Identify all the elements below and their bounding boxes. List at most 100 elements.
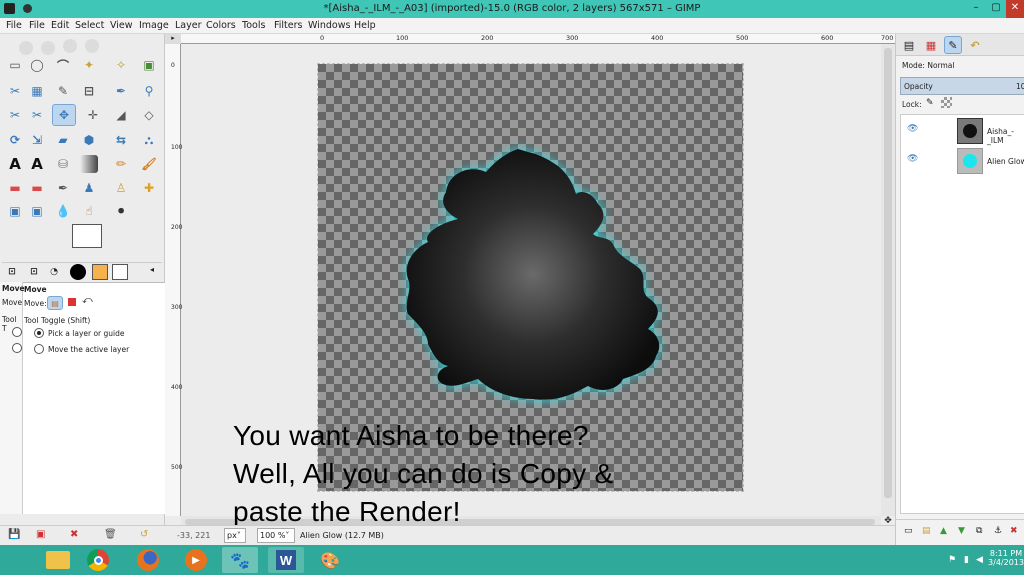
measure-icon[interactable]: ✂ <box>6 106 24 124</box>
opacity-slider[interactable]: Opacity 10 <box>900 77 1024 95</box>
tray-network-icon[interactable]: ▮ <box>964 555 969 565</box>
restore-options-icon[interactable]: ▣ <box>36 529 45 540</box>
pick-layer-option[interactable]: Pick a layer or guide <box>48 329 125 338</box>
eraser-2-icon[interactable]: ▬ <box>28 179 46 197</box>
file-explorer-icon[interactable] <box>40 547 76 573</box>
rotate-icon[interactable]: ⟳ <box>6 131 24 149</box>
delete-options-icon[interactable]: ✖ <box>70 529 78 540</box>
shear-icon[interactable]: ▰ <box>54 131 72 149</box>
menu-select[interactable]: Select <box>75 20 104 31</box>
menu-view[interactable]: View <box>110 20 133 31</box>
lock-alpha-icon[interactable] <box>941 97 952 108</box>
visibility-eye-icon[interactable]: 👁 <box>907 124 918 134</box>
lock-pixels-icon[interactable]: ✎ <box>926 98 934 108</box>
rect-select-icon[interactable]: ▭ <box>6 56 24 74</box>
menu-windows[interactable]: Windows <box>308 20 350 31</box>
heal-icon[interactable]: ✚ <box>140 179 158 197</box>
minimize-button[interactable]: – <box>966 0 986 18</box>
undo-history-tab-icon[interactable]: ↶ <box>966 36 984 54</box>
gimp-taskbar-icon[interactable]: 🐾 <box>222 547 258 573</box>
lower-layer-icon[interactable]: ▼ <box>958 526 965 536</box>
blur-icon[interactable]: 💧 <box>54 202 72 220</box>
vertical-ruler[interactable]: 0 100 200 300 400 500 <box>165 44 182 516</box>
transform-icon[interactable]: ◢ <box>112 106 130 124</box>
align-tool-icon[interactable]: ✛ <box>84 106 102 124</box>
layer-name[interactable]: Aisha_-_ILM <box>987 127 1024 145</box>
word-icon[interactable]: W <box>268 547 304 573</box>
close-button[interactable]: ✕ <box>1006 0 1024 18</box>
save-options-icon[interactable]: 💾 <box>8 529 20 540</box>
smudge-icon[interactable]: ☝ <box>80 202 98 220</box>
underlying-radio-2[interactable] <box>12 343 22 353</box>
crop-icon[interactable]: ✂ <box>28 106 46 124</box>
panel-menu-icon[interactable]: ◂ <box>150 265 154 274</box>
anchor-layer-icon[interactable]: ⚓ <box>994 526 1002 536</box>
color-picker-icon[interactable]: ✒ <box>112 82 130 100</box>
clone-icon[interactable]: ♙ <box>112 179 130 197</box>
perspective-clone-icon[interactable]: ▣ <box>6 202 24 220</box>
menu-image[interactable]: Image <box>139 20 169 31</box>
chrome-icon[interactable] <box>80 547 116 573</box>
move-layer-icon[interactable]: ▤ <box>47 296 63 310</box>
menu-colors[interactable]: Colors <box>206 20 236 31</box>
maximize-button[interactable]: ▢ <box>986 0 1006 18</box>
scale-icon[interactable]: ⇲ <box>28 131 46 149</box>
brush-preview-icon[interactable] <box>70 264 86 280</box>
foreground-color[interactable] <box>72 224 102 248</box>
fuzzy-select-icon[interactable]: ✦ <box>80 56 98 74</box>
clone-2-icon[interactable]: ▣ <box>28 202 46 220</box>
media-player-icon[interactable]: ▶ <box>178 547 214 573</box>
vertical-scroll-thumb[interactable] <box>884 48 892 498</box>
ellipse-select-icon[interactable]: ◯ <box>28 56 46 74</box>
delete-layer-icon[interactable]: ✖ <box>1010 526 1018 536</box>
text-tool-2-icon[interactable]: A <box>28 155 46 173</box>
vertical-scrollbar[interactable] <box>881 44 895 516</box>
new-layer-icon[interactable]: ▭ <box>904 526 913 536</box>
menu-file-2[interactable]: File <box>29 20 45 31</box>
layer-row[interactable]: 👁 Aisha_-_ILM <box>901 117 1024 145</box>
text-tool-icon[interactable]: A <box>6 155 24 173</box>
flip-icon[interactable]: ⇆ <box>112 131 130 149</box>
menu-tools[interactable]: Tools <box>242 20 265 31</box>
paths-tab-icon[interactable]: ✎ <box>944 36 962 54</box>
paint-icon[interactable]: 🎨 <box>312 547 348 573</box>
quick-mask-corner-icon[interactable]: ▸ <box>165 34 181 44</box>
horizontal-ruler[interactable]: 0 100 200 300 400 500 600 700 <box>181 34 895 44</box>
scissors-icon[interactable]: ✂ <box>6 82 24 100</box>
firefox-icon[interactable] <box>130 547 166 573</box>
dodge-burn-icon[interactable]: ⚫ <box>112 202 130 220</box>
paths-icon[interactable]: ▣ <box>140 56 158 74</box>
menu-edit[interactable]: Edit <box>51 20 69 31</box>
move-selection-icon[interactable] <box>68 298 76 306</box>
airbrush-icon[interactable]: ✒ <box>54 179 72 197</box>
clock[interactable]: 8:11 PM 3/4/2013 <box>988 549 1024 567</box>
blend-icon[interactable] <box>80 155 98 173</box>
eraser-icon[interactable]: ▬ <box>6 179 24 197</box>
layers-tab-icon[interactable]: ▤ <box>900 36 918 54</box>
cage-icon[interactable]: ⛬ <box>140 131 158 149</box>
tool-options-tab-icon[interactable]: ⊡ <box>4 264 20 280</box>
move-active-layer-option[interactable]: Move the active layer <box>48 345 129 354</box>
menu-layer[interactable]: Layer <box>175 20 202 31</box>
move-active-layer-radio[interactable] <box>34 344 44 354</box>
device-status-tab-icon[interactable]: ⊡ <box>26 264 42 280</box>
layer-mode[interactable]: Mode: Normal <box>902 61 954 70</box>
ink-icon[interactable]: ♟ <box>80 179 98 197</box>
move-tool-icon[interactable]: ✥ <box>52 104 76 126</box>
free-select-icon[interactable]: ⌒ <box>54 56 72 74</box>
menu-file[interactable]: File <box>6 20 22 31</box>
duplicate-layer-icon[interactable]: ⧉ <box>976 526 982 536</box>
zoom-selector[interactable]: 100 %˅ <box>257 528 295 543</box>
unit-selector[interactable]: px˅ <box>224 528 246 543</box>
layer-row[interactable]: 👁 Alien Glow <box>901 147 1024 174</box>
channels-tab-icon[interactable]: ▦ <box>922 36 940 54</box>
raise-layer-icon[interactable]: ▲ <box>940 526 947 536</box>
tray-flag-icon[interactable]: ⚑ <box>948 555 956 565</box>
menu-filters[interactable]: Filters <box>274 20 302 31</box>
layer-name[interactable]: Alien Glow <box>987 157 1024 166</box>
pick-layer-radio[interactable] <box>34 328 44 338</box>
color-select-icon[interactable]: ✧ <box>112 56 130 74</box>
align-icon[interactable]: ⊟ <box>80 82 98 100</box>
zoom-icon[interactable]: ⚲ <box>140 82 158 100</box>
visibility-eye-icon[interactable]: 👁 <box>907 154 918 164</box>
